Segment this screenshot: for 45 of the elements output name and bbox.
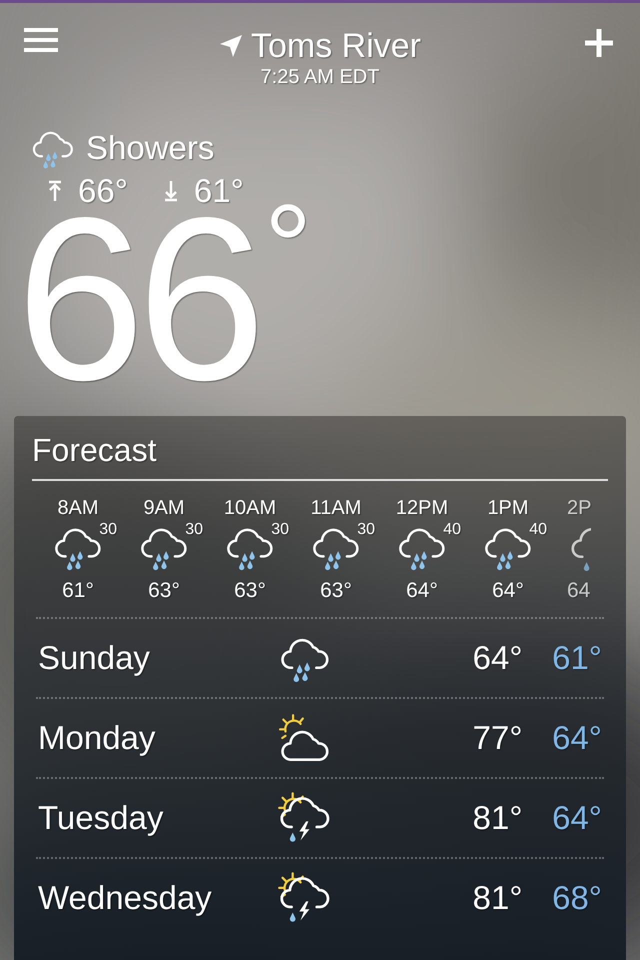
menu-button[interactable] [24, 28, 58, 52]
day-high: 77° [472, 718, 523, 758]
day-name: Wednesday [38, 878, 213, 918]
degree-symbol: ° [264, 192, 312, 302]
hour-label: 2P [567, 497, 592, 519]
hour-label: 8AM [57, 497, 99, 519]
plus-icon [583, 27, 615, 59]
precip-chance: 30 [357, 521, 375, 539]
day-high: 64° [472, 638, 523, 678]
hour-temperature: 64° [492, 579, 524, 603]
low-arrow-icon [164, 180, 178, 202]
add-button[interactable] [582, 26, 616, 60]
hour-temperature: 63° [148, 579, 180, 603]
hour-label: 10AM [224, 497, 276, 519]
day-name: Tuesday [38, 798, 164, 838]
hour-label: 9AM [143, 497, 185, 519]
day-name: Sunday [38, 638, 151, 678]
day-high: 81° [472, 878, 523, 918]
hour-label: 11AM [310, 497, 362, 519]
precip-chance: 40 [529, 521, 547, 539]
day-low: 64° [551, 798, 602, 838]
hour-temperature: 61° [62, 579, 94, 603]
hour-temperature: 63° [320, 579, 352, 603]
hour-temperature: 64° [406, 579, 438, 603]
precip-chance: 30 [99, 521, 117, 539]
low-temperature: 61° [194, 172, 244, 210]
high-arrow-icon [48, 180, 62, 202]
day-high: 81° [472, 798, 523, 838]
condition-label: Showers [86, 128, 214, 168]
hour-label: 12PM [396, 497, 448, 519]
day-low: 61° [551, 638, 602, 678]
precip-chance: 30 [271, 521, 289, 539]
precip-chance: 30 [185, 521, 203, 539]
hour-temperature: 63° [234, 579, 266, 603]
local-time: 7:25 AM EDT [260, 66, 380, 88]
location-arrow-icon [218, 34, 243, 58]
forecast-title: Forecast [32, 431, 158, 470]
day-low: 64° [551, 718, 602, 758]
hour-temperature: 64 [567, 579, 590, 603]
hour-label: 1PM [487, 497, 529, 519]
high-temperature: 66° [78, 172, 128, 210]
day-low: 68° [551, 878, 602, 918]
precip-chance: 40 [443, 521, 461, 539]
day-name: Monday [38, 718, 156, 758]
location-name: Toms River [250, 26, 422, 66]
